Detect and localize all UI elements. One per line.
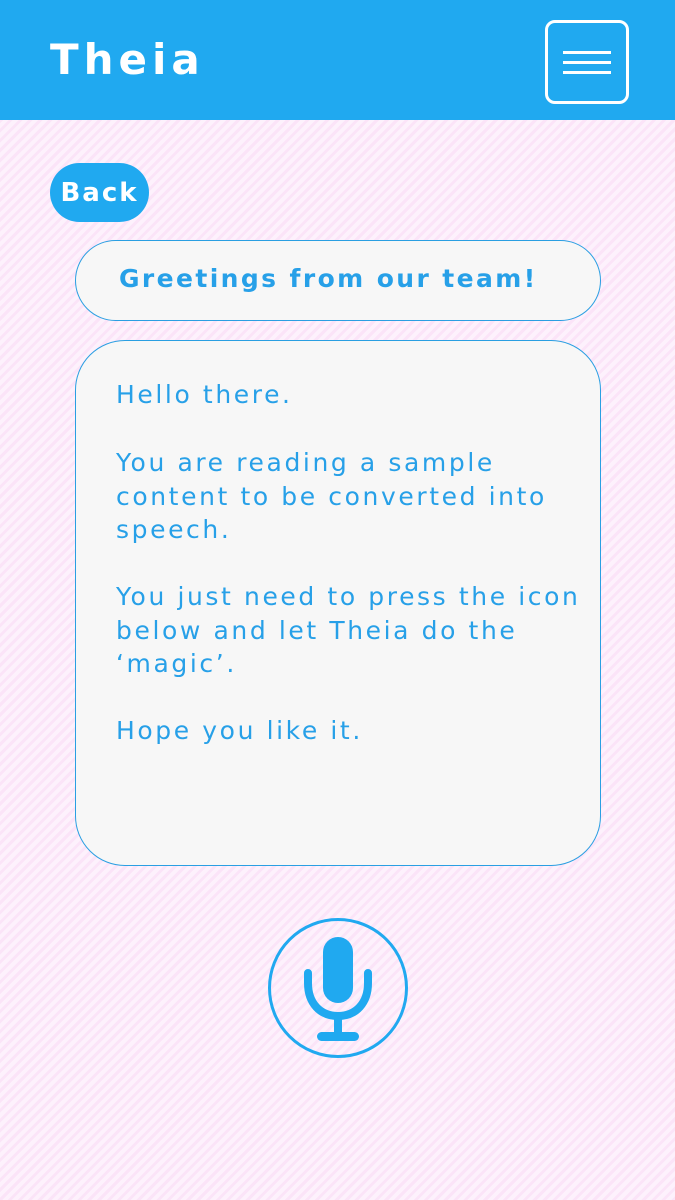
message-paragraph: You are reading a sample content to be c…: [116, 448, 547, 544]
message-content-box: Hello there. You are reading a sample co…: [75, 340, 601, 866]
speak-button[interactable]: [268, 918, 408, 1058]
microphone-icon: [304, 937, 372, 1041]
app-header: Theia: [0, 0, 675, 120]
back-button[interactable]: Back: [50, 163, 149, 222]
message-paragraph: Hope you like it.: [116, 716, 363, 745]
menu-button[interactable]: [545, 20, 629, 104]
message-title: Greetings from our team!: [119, 264, 538, 293]
message-title-box: Greetings from our team!: [75, 240, 601, 321]
message-paragraph: You just need to press the icon below an…: [116, 582, 581, 678]
message-paragraph: Hello there.: [116, 380, 293, 409]
app-title: Theia: [50, 35, 205, 84]
